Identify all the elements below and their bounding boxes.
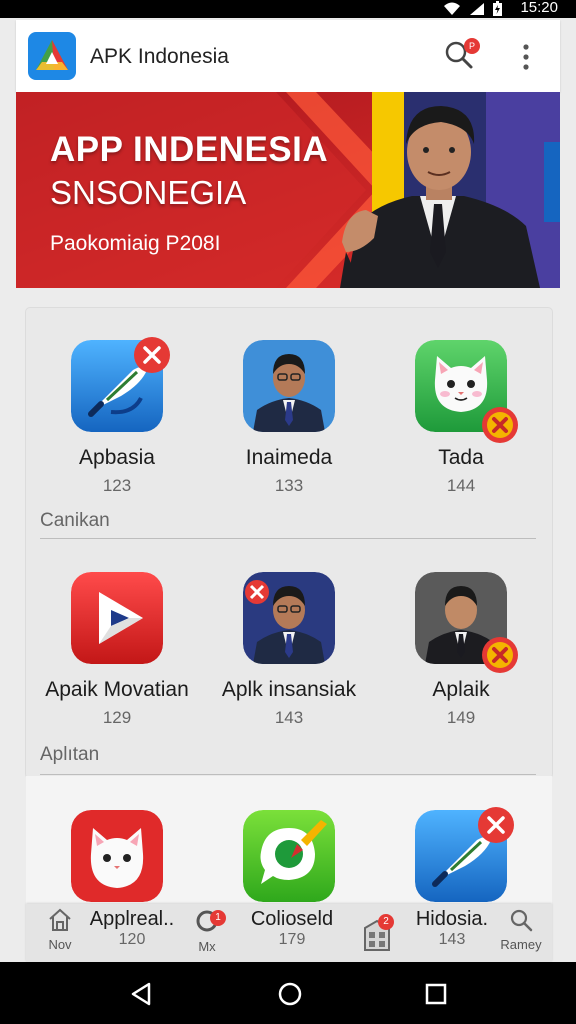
system-navigation-bar [0, 962, 576, 1024]
chat-brush-icon [243, 810, 335, 902]
nav-item-count: 143 [438, 931, 466, 948]
app-name: Tada [438, 446, 484, 469]
nav-item-title: Applreal.. [89, 908, 175, 930]
section-label: Aplıtan [40, 744, 100, 765]
app-count: 144 [446, 476, 476, 495]
battery-icon [493, 1, 502, 16]
nav-store[interactable]: 2 [360, 908, 394, 957]
home-circle-icon[interactable] [276, 980, 304, 1008]
status-bar: 15:20 [0, 0, 576, 18]
app-icon [415, 572, 518, 673]
nav-item-collections[interactable]: Colioseld 179 [236, 908, 348, 949]
app-count: 143 [274, 708, 304, 727]
app-icon [243, 572, 335, 664]
nav-search[interactable]: Ramey [496, 908, 546, 952]
section-label: Canikan [40, 510, 110, 531]
banner-title: APP INDENESIA [50, 130, 329, 169]
app-bar: APK Indonesia P [16, 20, 560, 92]
signal-icon [470, 2, 484, 15]
nav-item-count: 120 [118, 931, 146, 948]
cat-icon [71, 810, 163, 902]
app-name: Apbasia [79, 446, 155, 469]
app-card[interactable]: Inaimeda 133 [204, 340, 374, 496]
nav-mix-label: Mx [198, 939, 216, 954]
section-divider [40, 774, 536, 775]
app-card[interactable]: Tada 144 [376, 340, 546, 496]
back-icon[interactable] [128, 980, 156, 1008]
app-icon [71, 810, 163, 902]
app-name: Aplk insansiak [221, 678, 357, 701]
app-logo[interactable] [28, 32, 76, 80]
section-divider [40, 538, 536, 539]
status-time: 15:20 [520, 0, 558, 16]
nav-item-indonesia[interactable]: Hidosia. 143 [406, 908, 498, 949]
play-icon [71, 572, 163, 664]
close-badge-icon[interactable] [481, 636, 519, 674]
bottom-navigation: Nov Applreal.. 120 1 Mx Colioseld 179 2 [26, 904, 552, 962]
promo-banner[interactable]: APP INDENESIA SNSONEGIA Paokomiaig P208I [16, 92, 560, 288]
app-count: 133 [274, 476, 304, 495]
nav-badge: 2 [378, 914, 394, 930]
app-icon [71, 572, 163, 664]
nav-home[interactable]: Nov [44, 908, 76, 952]
app-icon [415, 807, 514, 902]
app-icon [243, 340, 335, 432]
nav-item-count: 179 [278, 931, 306, 948]
nav-mix[interactable]: 1 Mx [190, 908, 226, 954]
app-card[interactable]: Aplk insansiak 143 [204, 572, 374, 728]
app-name: Aplaik [432, 678, 490, 701]
app-icon [243, 810, 335, 902]
status-icons [443, 1, 502, 16]
app-card[interactable]: Aplaik 149 [376, 572, 546, 728]
app-card[interactable] [204, 810, 374, 902]
person-portrait-icon [243, 572, 335, 664]
app-screen: APK Indonesia P APP INDENESIA SNSONEGIA … [0, 18, 576, 962]
app-card[interactable] [376, 807, 546, 902]
recents-icon[interactable] [422, 980, 450, 1008]
search-button[interactable]: P [444, 38, 480, 74]
app-title: APK Indonesia [90, 45, 229, 68]
banner-caption: Paokomiaig P208I [50, 232, 221, 255]
app-count: 149 [446, 708, 476, 727]
banner-subtitle: SNSONEGIA [50, 174, 247, 211]
home-icon [49, 908, 71, 931]
search-icon [510, 909, 533, 932]
app-name: Inaimeda [245, 446, 333, 469]
app-name: Apaik Movatian [45, 678, 189, 701]
person-portrait-icon [243, 340, 335, 432]
app-count: 123 [102, 476, 132, 495]
close-badge-icon[interactable] [481, 406, 519, 444]
app-card[interactable] [32, 810, 202, 902]
nav-item-apps[interactable]: Applreal.. 120 [78, 908, 186, 949]
nav-home-label: Nov [48, 937, 72, 952]
nav-item-title: Colioseld [250, 908, 334, 930]
app-icon [415, 340, 518, 443]
app-icon [71, 337, 170, 432]
nav-badge: 1 [210, 910, 226, 926]
nav-item-title: Hidosia. [415, 908, 489, 930]
close-badge-icon[interactable] [477, 806, 515, 844]
close-badge-icon[interactable] [133, 336, 171, 374]
more-vert-icon[interactable] [516, 42, 536, 72]
nav-search-label: Ramey [500, 937, 542, 952]
notification-badge: P [464, 38, 480, 54]
app-card[interactable]: Apbasia 123 [32, 337, 202, 496]
app-count: 129 [102, 708, 132, 727]
wifi-icon [444, 2, 460, 15]
app-card[interactable]: Apaik Movatian 129 [32, 572, 202, 728]
